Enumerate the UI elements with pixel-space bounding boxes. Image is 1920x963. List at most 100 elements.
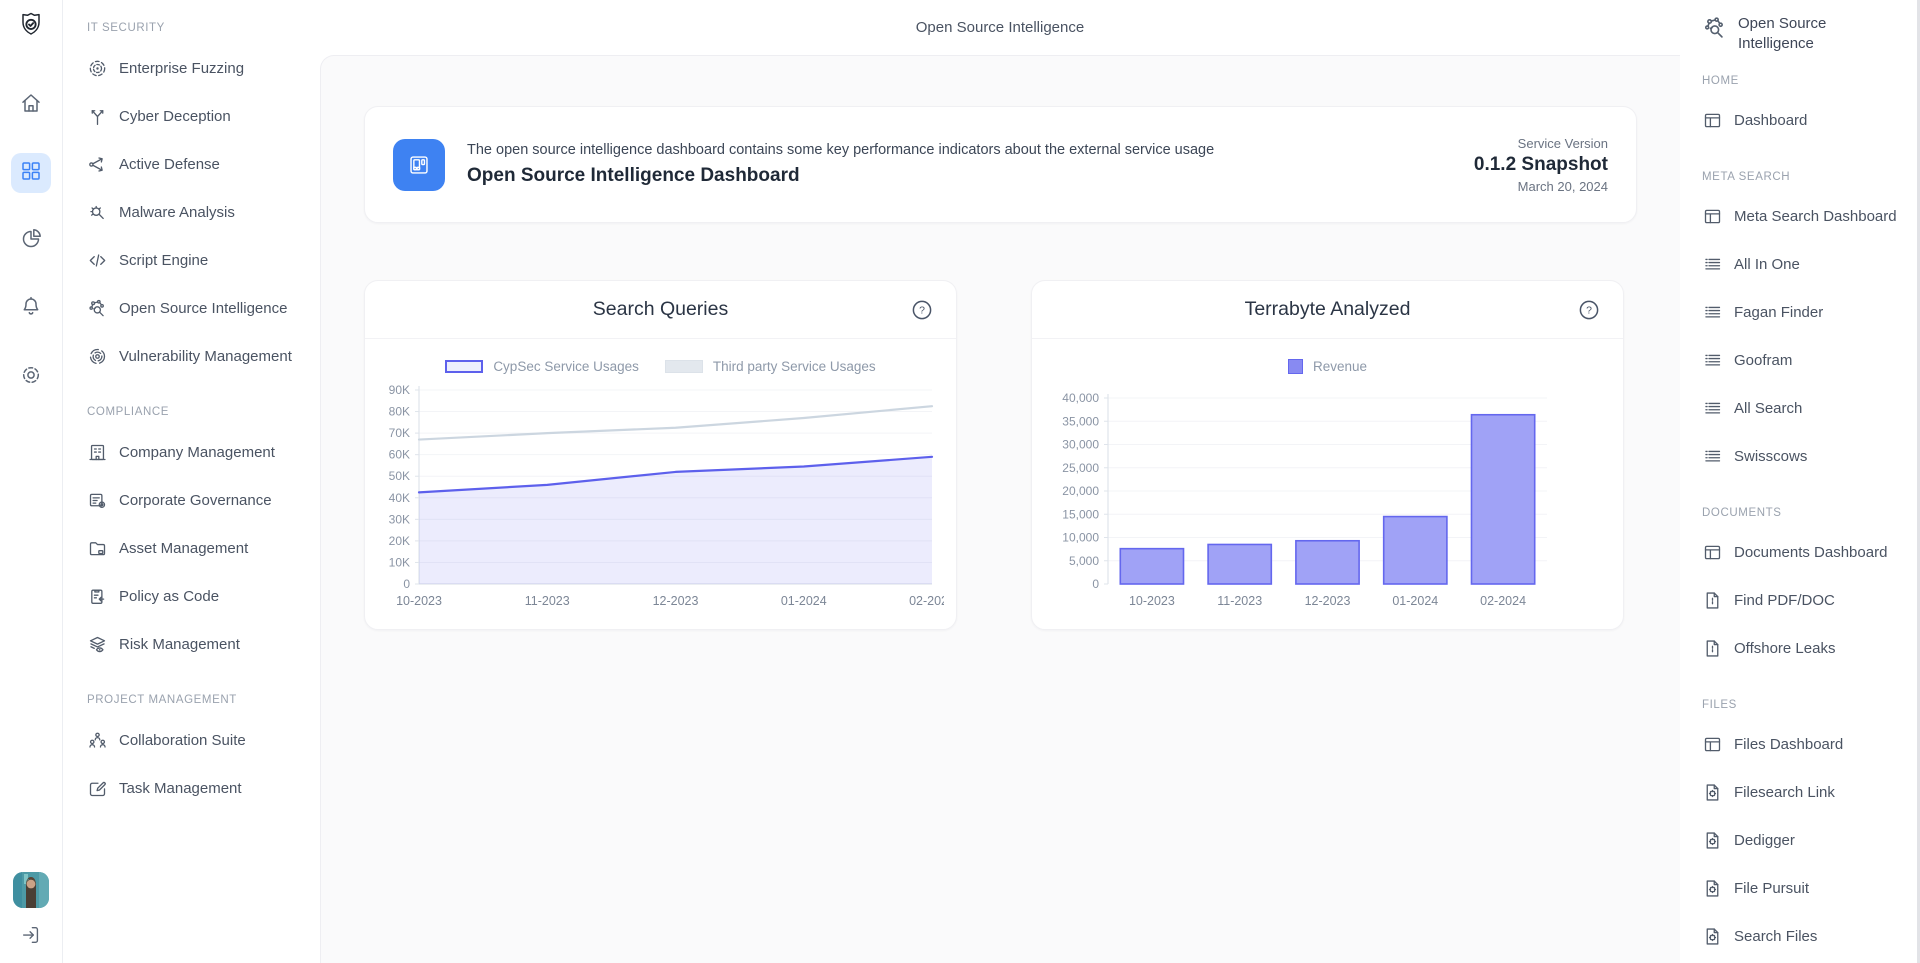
info-description: The open source intelligence dashboard c… xyxy=(467,142,1214,158)
nav-item-label: Malware Analysis xyxy=(119,204,235,221)
right-sidebar-section-meta-search: META SEARCH xyxy=(1702,171,1912,185)
sidebar-section-project-management: PROJECT MANAGEMENT xyxy=(87,694,310,708)
right-sidebar-item-find-pdf-doc[interactable]: Find PDF/DOC xyxy=(1702,577,1912,625)
right-sidebar-item-dedigger[interactable]: Dedigger xyxy=(1702,817,1912,865)
nav-item-label: Asset Management xyxy=(119,540,248,557)
chart-body: Revenue 05,00010,00015,00020,00025,00030… xyxy=(1032,339,1623,621)
pie-chart-icon xyxy=(19,227,43,256)
right-sidebar-item-goofram[interactable]: Goofram xyxy=(1702,337,1912,385)
content-panel: The open source intelligence dashboard c… xyxy=(320,55,1680,963)
sidebar-item-company-management[interactable]: Company Management xyxy=(87,428,310,476)
right-sidebar-item-fagan-finder[interactable]: Fagan Finder xyxy=(1702,289,1912,337)
user-avatar[interactable] xyxy=(13,872,49,908)
svg-text:5,000: 5,000 xyxy=(1069,554,1099,568)
right-sidebar-item-dashboard[interactable]: Dashboard xyxy=(1702,97,1912,145)
nav-item-label: Open Source Intelligence xyxy=(119,300,287,317)
sidebar-item-cyber-deception[interactable]: Cyber Deception xyxy=(87,92,310,140)
nav-item-label: Cyber Deception xyxy=(119,108,231,125)
right-sidebar-item-files-dashboard[interactable]: Files Dashboard xyxy=(1702,721,1912,769)
nav-item-label: Fagan Finder xyxy=(1734,304,1823,321)
logout-button[interactable] xyxy=(20,924,42,951)
rail-analytics-button[interactable] xyxy=(11,221,51,261)
right-sidebar-section-home: HOME xyxy=(1702,75,1912,89)
nav-item-label: Script Engine xyxy=(119,252,208,269)
left-sidebar-sections: IT SECURITYEnterprise FuzzingCyber Decep… xyxy=(87,22,310,812)
right-sidebar-item-filesearch-link[interactable]: Filesearch Link xyxy=(1702,769,1912,817)
sidebar-item-corporate-governance[interactable]: Corporate Governance xyxy=(87,476,310,524)
list-lines-icon xyxy=(1702,350,1723,371)
dashboard-info-card: The open source intelligence dashboard c… xyxy=(364,106,1637,223)
chart-legend: Revenue xyxy=(1046,359,1609,374)
terrabyte-analyzed-card: Terrabyte Analyzed ? Revenue 05,00010,00… xyxy=(1031,280,1624,630)
legend-label: Third party Service Usages xyxy=(713,359,876,374)
right-sidebar-item-meta-search-dashboard[interactable]: Meta Search Dashboard xyxy=(1702,193,1912,241)
sidebar-item-open-source-intelligence[interactable]: Open Source Intelligence xyxy=(87,284,310,332)
network-search-icon xyxy=(1702,15,1728,41)
svg-text:0: 0 xyxy=(403,577,410,591)
svg-text:01-2024: 01-2024 xyxy=(1392,594,1438,608)
dashboard-layout-icon xyxy=(404,150,434,180)
sidebar-item-script-engine[interactable]: Script Engine xyxy=(87,236,310,284)
legend-label: CypSec Service Usages xyxy=(493,359,639,374)
app-root: IT SECURITYEnterprise FuzzingCyber Decep… xyxy=(0,0,1920,963)
svg-text:01-2024: 01-2024 xyxy=(781,594,827,608)
rail-settings-button[interactable] xyxy=(11,357,51,397)
logout-icon xyxy=(20,933,42,950)
sidebar-item-vulnerability-management[interactable]: Vulnerability Management xyxy=(87,332,310,380)
dashboard-tile-icon xyxy=(393,139,445,191)
right-sidebar-item-swisscows[interactable]: Swisscows xyxy=(1702,433,1912,481)
help-icon[interactable]: ? xyxy=(910,298,934,322)
nav-item-label: Swisscows xyxy=(1734,448,1807,465)
right-sidebar-item-all-in-one[interactable]: All In One xyxy=(1702,241,1912,289)
nav-item-label: Company Management xyxy=(119,444,275,461)
sidebar-item-risk-management[interactable]: Risk Management xyxy=(87,620,310,668)
rail-apps-button[interactable] xyxy=(11,153,51,193)
right-sidebar-item-documents-dashboard[interactable]: Documents Dashboard xyxy=(1702,529,1912,577)
file-gear-icon xyxy=(1702,782,1723,803)
sidebar-item-collaboration-suite[interactable]: Collaboration Suite xyxy=(87,716,310,764)
nav-item-label: Find PDF/DOC xyxy=(1734,592,1835,609)
svg-text:80K: 80K xyxy=(389,405,410,419)
service-version-label: Service Version xyxy=(1474,136,1608,151)
bell-icon xyxy=(19,295,43,324)
rail-notifications-button[interactable] xyxy=(11,289,51,329)
shield-check-icon xyxy=(16,27,46,44)
svg-text:12-2023: 12-2023 xyxy=(653,594,699,608)
layers-eye-icon xyxy=(87,634,108,655)
branch-icon xyxy=(87,106,108,127)
right-sidebar-item-all-search[interactable]: All Search xyxy=(1702,385,1912,433)
right-sidebar-item-offshore-leaks[interactable]: Offshore Leaks xyxy=(1702,625,1912,673)
sidebar-item-policy-as-code[interactable]: Policy as Code xyxy=(87,572,310,620)
list-lines-icon xyxy=(1702,254,1723,275)
sidebar-item-enterprise-fuzzing[interactable]: Enterprise Fuzzing xyxy=(87,44,310,92)
legend-swatch xyxy=(1288,359,1303,374)
chart-title: Search Queries xyxy=(593,298,728,321)
sidebar-item-active-defense[interactable]: Active Defense xyxy=(87,140,310,188)
list-lines-icon xyxy=(1702,446,1723,467)
legend-cypsec-service-usages[interactable]: CypSec Service Usages xyxy=(445,359,639,374)
nav-item-label: Dashboard xyxy=(1734,112,1807,129)
svg-text:02-2024: 02-2024 xyxy=(909,594,944,608)
sidebar-item-task-management[interactable]: Task Management xyxy=(87,764,310,812)
document-icon xyxy=(1702,638,1723,659)
nav-item-label: Corporate Governance xyxy=(119,492,272,509)
search-queries-chart: 010K20K30K40K50K60K70K80K90K10-202311-20… xyxy=(379,382,942,621)
right-sidebar: Open Source Intelligence HOME Dashboard ME… xyxy=(1680,0,1920,963)
rail-home-button[interactable] xyxy=(11,85,51,125)
svg-text:50K: 50K xyxy=(389,469,410,483)
right-sidebar-item-file-pursuit[interactable]: File Pursuit xyxy=(1702,865,1912,913)
file-gear-icon xyxy=(1702,830,1723,851)
legend-revenue[interactable]: Revenue xyxy=(1288,359,1367,374)
sidebar-item-asset-management[interactable]: Asset Management xyxy=(87,524,310,572)
legend-third-party-service-usages[interactable]: Third party Service Usages xyxy=(665,359,876,374)
sidebar-item-malware-analysis[interactable]: Malware Analysis xyxy=(87,188,310,236)
topbar: Open Source Intelligence xyxy=(320,0,1680,55)
list-lines-icon xyxy=(1702,398,1723,419)
right-sidebar-title: Open Source Intelligence xyxy=(1738,14,1858,55)
nav-item-label: Collaboration Suite xyxy=(119,732,246,749)
nav-item-label: Vulnerability Management xyxy=(119,348,292,365)
nav-item-label: Task Management xyxy=(119,780,242,797)
right-sidebar-item-search-files[interactable]: Search Files xyxy=(1702,913,1912,961)
help-icon[interactable]: ? xyxy=(1577,298,1601,322)
svg-text:40K: 40K xyxy=(389,491,410,505)
